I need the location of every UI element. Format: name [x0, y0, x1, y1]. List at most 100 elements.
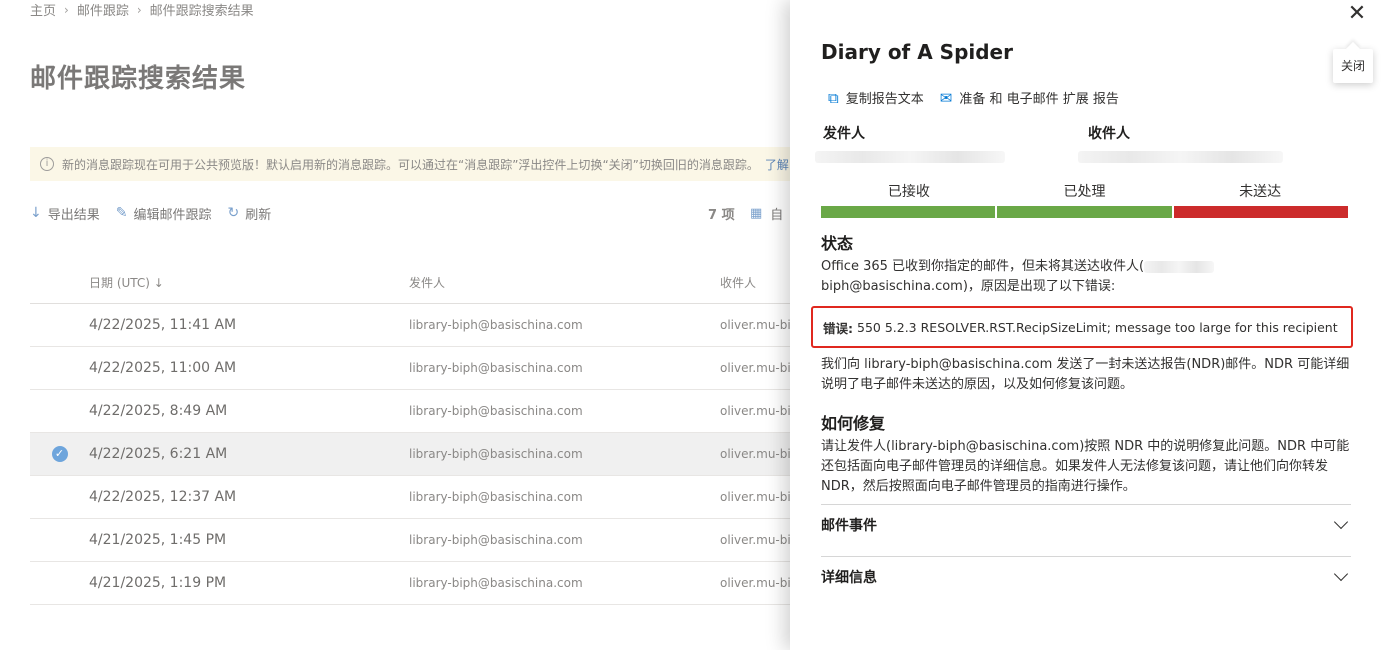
- status-stage-label: 已接收: [887, 184, 930, 200]
- status-title: 状态: [821, 234, 854, 253]
- sender-value-redacted: [815, 151, 1005, 163]
- column-header-date[interactable]: 日期 (UTC) ↓: [89, 274, 409, 291]
- panel-title: Diary of A Spider: [821, 40, 1013, 64]
- breadcrumb-chevron-icon: ›: [136, 2, 142, 17]
- banner-learn-more-link[interactable]: 了解: [765, 156, 789, 173]
- delivery-status-bar: 已接收 已处理 未送达: [821, 181, 1348, 218]
- sender-label: 发件人: [823, 126, 865, 142]
- edit-trace-button[interactable]: ✎ 编辑邮件跟踪: [116, 204, 212, 223]
- grid-header: 日期 (UTC) ↓ 发件人 收件人: [30, 261, 790, 304]
- column-header-recipient[interactable]: 收件人: [720, 274, 790, 291]
- row-date: 4/22/2025, 11:41 AM: [89, 317, 237, 333]
- status-stage-label: 已处理: [1063, 184, 1106, 200]
- error-label: 错误:: [823, 320, 853, 336]
- row-sender: library-biph@basischina.com: [409, 361, 583, 375]
- refresh-label: 刷新: [245, 207, 272, 223]
- row-date: 4/22/2025, 6:21 AM: [89, 446, 228, 462]
- results-grid: 日期 (UTC) ↓ 发件人 收件人 4/22/2025, 11:41 AM li…: [30, 261, 790, 605]
- row-recipient: oliver.mu-bip: [720, 404, 790, 418]
- how-to-fix-text: 请让发件人(library-biph@basischina.com)按照 NDR…: [821, 439, 1350, 494]
- status-stage-bar: [821, 206, 996, 218]
- column-header-sender[interactable]: 发件人: [409, 274, 720, 291]
- status-text: Office 365 已收到你指定的邮件，但未将其送达收件人( biph@bas…: [821, 257, 1351, 297]
- status-line-1: Office 365 已收到你指定的邮件，但未将其送达收件人(: [821, 257, 1351, 277]
- status-stage-bars: [821, 206, 1348, 218]
- row-sender: library-biph@basischina.com: [409, 318, 583, 332]
- export-results-button[interactable]: ↓ 导出结果: [30, 204, 100, 223]
- info-icon: i: [40, 157, 54, 171]
- row-sender: library-biph@basischina.com: [409, 533, 583, 547]
- row-recipient: oliver.mu-bip: [720, 361, 790, 375]
- close-tooltip: 关闭: [1333, 49, 1373, 83]
- table-row[interactable]: 4/22/2025, 12:37 AM library-biph@basischi…: [30, 476, 790, 519]
- item-count: 7 项: [708, 207, 735, 223]
- grid-body: 4/22/2025, 11:41 AM library-biph@basischi…: [30, 304, 790, 605]
- customize-label: 自: [770, 207, 784, 223]
- table-row[interactable]: 4/21/2025, 1:19 PM library-biph@basischin…: [30, 562, 790, 605]
- error-message: 错误: 550 5.2.3 RESOLVER.RST.RecipSizeLimi…: [811, 306, 1353, 348]
- table-row[interactable]: ✓ 4/22/2025, 6:21 AM library-biph@basischi…: [30, 433, 790, 476]
- download-icon: ↓: [30, 205, 42, 221]
- ndr-text: 我们向 library-biph@basischina.com 发送了一封未送达…: [821, 357, 1350, 392]
- row-recipient: oliver.mu-bip: [720, 447, 790, 461]
- chevron-down-icon: [1333, 566, 1349, 581]
- prepare-report-label: 准备 和 电子邮件 扩展 报告: [959, 92, 1119, 107]
- banner-text: 新的消息跟踪现在可用于公共预览版！默认启用新的消息跟踪。可以通过在“消息跟踪”浮…: [62, 157, 759, 172]
- row-recipient: oliver.mu-bip: [720, 490, 790, 504]
- breadcrumb-message-trace[interactable]: 邮件跟踪: [77, 0, 129, 19]
- breadcrumb-current: 邮件跟踪搜索结果: [149, 4, 254, 19]
- row-date: 4/22/2025, 12:37 AM: [89, 489, 237, 505]
- row-sender: library-biph@basischina.com: [409, 576, 583, 590]
- table-row[interactable]: 4/22/2025, 11:00 AM library-biph@basischi…: [30, 347, 790, 390]
- row-date: 4/22/2025, 11:00 AM: [89, 360, 237, 376]
- mail-icon: ✉: [939, 88, 953, 107]
- status-stage-label: 未送达: [1239, 184, 1282, 200]
- details-label: 详细信息: [821, 569, 877, 586]
- copy-report-label: 复制报告文本: [845, 92, 924, 107]
- edit-icon: ✎: [115, 205, 128, 221]
- breadcrumb-chevron-icon: ›: [64, 2, 69, 17]
- row-sender: library-biph@basischina.com: [409, 447, 583, 461]
- command-bar: ↓ 导出结果 ✎ 编辑邮件跟踪 ↻ 刷新 7 项 ▦ 自: [30, 200, 790, 226]
- recipient-label: 收件人: [1088, 126, 1130, 142]
- how-to-fix-title: 如何修复: [821, 414, 886, 433]
- details-accordion[interactable]: 详细信息: [821, 556, 1351, 596]
- status-stage-bar: [997, 206, 1172, 218]
- error-text: 550 5.2.3 RESOLVER.RST.RecipSizeLimit; m…: [857, 319, 1338, 335]
- chevron-down-icon: [1333, 514, 1349, 529]
- row-sender: library-biph@basischina.com: [409, 404, 583, 418]
- copy-report-button[interactable]: ⧉ 复制报告文本: [828, 88, 924, 108]
- status-stage-labels: 已接收 已处理 未送达: [821, 181, 1348, 201]
- close-button[interactable]: ✕: [1345, 2, 1369, 26]
- message-events-accordion[interactable]: 邮件事件: [821, 504, 1351, 544]
- table-row[interactable]: 4/21/2025, 1:45 PM library-biph@basischin…: [30, 519, 790, 562]
- status-line-2: biph@basischina.com)，原因是出现了以下错误:: [821, 279, 1116, 294]
- breadcrumb-home[interactable]: 主页: [30, 0, 56, 19]
- prepare-email-report-button[interactable]: ✉ 准备 和 电子邮件 扩展 报告: [939, 88, 1119, 108]
- checkmark-icon: ✓: [51, 446, 68, 462]
- message-trace-results-page: 主页 › 邮件跟踪 › 邮件跟踪搜索结果 邮件跟踪搜索结果 i 新的消息跟踪现在…: [0, 0, 790, 650]
- copy-icon: ⧉: [828, 88, 839, 107]
- export-label: 导出结果: [47, 207, 100, 223]
- recipient-value-redacted: [1078, 151, 1283, 163]
- row-recipient: oliver.mu-bip: [720, 576, 790, 590]
- row-sender: library-biph@basischina.com: [409, 490, 583, 504]
- row-recipient: oliver.mu-bip: [720, 533, 790, 547]
- columns-icon: ▦: [750, 205, 763, 221]
- breadcrumb: 主页 › 邮件跟踪 › 邮件跟踪搜索结果: [30, 0, 254, 20]
- row-recipient: oliver.mu-bip: [720, 318, 790, 332]
- refresh-button[interactable]: ↻ 刷新: [228, 204, 272, 223]
- status-stage-bar: [1173, 206, 1348, 218]
- table-row[interactable]: 4/22/2025, 8:49 AM library-biph@basischin…: [30, 390, 790, 433]
- preview-banner: i 新的消息跟踪现在可用于公共预览版！默认启用新的消息跟踪。可以通过在“消息跟踪…: [30, 147, 790, 181]
- customize-columns-button[interactable]: ▦ 自: [750, 204, 783, 223]
- edit-label: 编辑邮件跟踪: [133, 207, 212, 223]
- details-panel: ✕ 关闭 Diary of A Spider ⧉ 复制报告文本 ✉ 准备 和 电…: [790, 0, 1383, 650]
- redacted-address: [1144, 260, 1215, 273]
- row-select-cell[interactable]: ✓: [30, 446, 89, 462]
- row-date: 4/22/2025, 8:49 AM: [89, 403, 228, 419]
- row-date: 4/21/2025, 1:19 PM: [89, 575, 227, 591]
- page-title: 邮件跟踪搜索结果: [30, 64, 247, 94]
- table-row[interactable]: 4/22/2025, 11:41 AM library-biph@basischi…: [30, 304, 790, 347]
- panel-actions: ⧉ 复制报告文本 ✉ 准备 和 电子邮件 扩展 报告: [828, 88, 1135, 108]
